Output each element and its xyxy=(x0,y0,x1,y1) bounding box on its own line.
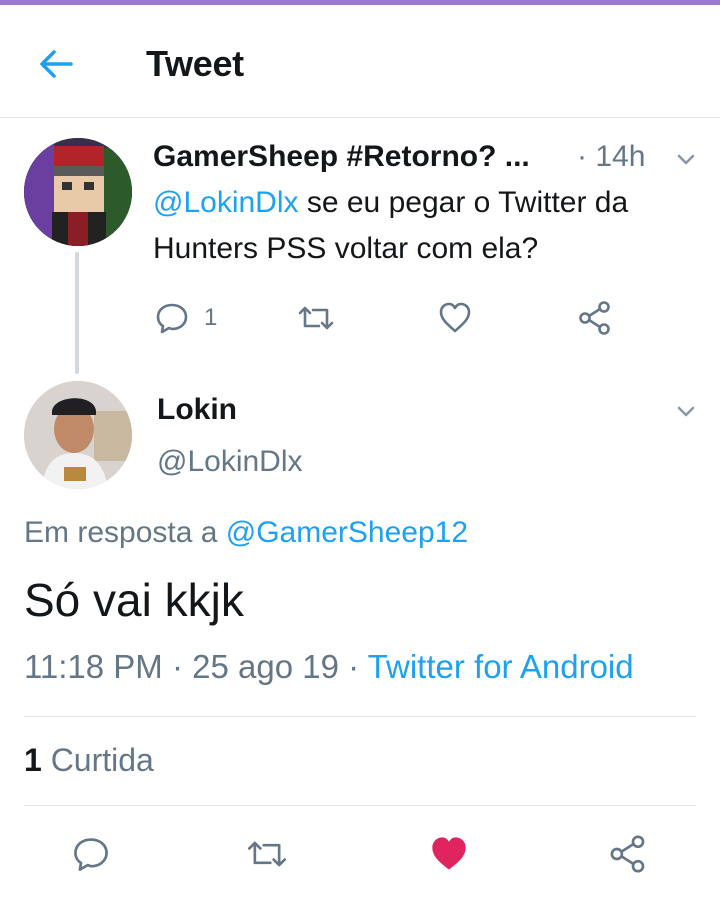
tweet-menu-button[interactable] xyxy=(671,397,701,427)
parent-tweet-text: @LokinDlx se eu pegar o Twitter da Hunte… xyxy=(153,180,703,272)
parent-reply-button[interactable]: 1 xyxy=(154,300,217,336)
reply-icon xyxy=(74,838,108,871)
reply-button[interactable] xyxy=(71,834,111,874)
divider xyxy=(24,716,696,717)
arrow-left-icon xyxy=(40,50,73,78)
chevron-down-icon xyxy=(677,154,695,165)
back-button[interactable] xyxy=(34,42,78,86)
parent-retweet-button[interactable] xyxy=(297,300,335,336)
parent-timestamp: · 14h xyxy=(577,140,646,173)
retweet-icon xyxy=(247,841,287,867)
heart-outline-icon xyxy=(439,302,471,333)
tweet-text: Só vai kkjk xyxy=(24,574,244,626)
reply-to-label: Em resposta a xyxy=(24,516,226,549)
heart-filled-icon xyxy=(432,837,466,870)
chevron-down-icon xyxy=(677,406,695,417)
parent-author-name[interactable]: GamerSheep #Retorno? ... xyxy=(153,140,530,174)
parent-share-button[interactable] xyxy=(577,300,613,336)
parent-tweet-menu-button[interactable] xyxy=(671,145,701,175)
tweet-meta: 11:18 PM · 25 ago 19 · Twitter for Andro… xyxy=(24,648,634,686)
share-icon xyxy=(579,301,610,335)
avatar-image xyxy=(24,381,132,489)
retweet-button[interactable] xyxy=(246,834,288,874)
parent-like-button[interactable] xyxy=(437,300,473,336)
tweet-source-link[interactable]: Twitter for Android xyxy=(368,648,634,685)
divider xyxy=(24,805,696,806)
likes-count: 1 xyxy=(24,742,42,778)
reply-icon xyxy=(156,303,188,334)
tweet-timestamp: 11:18 PM · 25 ago 19 · xyxy=(24,648,368,685)
avatar-image xyxy=(24,138,132,246)
avatar-gamersheep[interactable] xyxy=(24,138,132,246)
thread-connector-line xyxy=(75,252,79,374)
mention-link[interactable]: @LokinDlx xyxy=(153,186,299,219)
author-handle[interactable]: @LokinDlx xyxy=(157,445,303,479)
share-icon xyxy=(610,835,645,873)
app-header: Tweet xyxy=(0,5,720,118)
reply-context: Em resposta a @GamerSheep12 xyxy=(24,516,468,550)
reply-count: 1 xyxy=(204,304,218,331)
likes-label: Curtida xyxy=(41,742,154,778)
reply-to-handle-link[interactable]: @GamerSheep12 xyxy=(226,516,468,549)
page-title: Tweet xyxy=(146,43,244,84)
share-button[interactable] xyxy=(608,834,648,874)
retweet-icon xyxy=(298,306,334,330)
like-button[interactable] xyxy=(428,834,470,874)
avatar-lokin[interactable] xyxy=(24,381,132,489)
likes-count-link[interactable]: 1 Curtida xyxy=(24,742,154,779)
author-name[interactable]: Lokin xyxy=(157,393,237,427)
